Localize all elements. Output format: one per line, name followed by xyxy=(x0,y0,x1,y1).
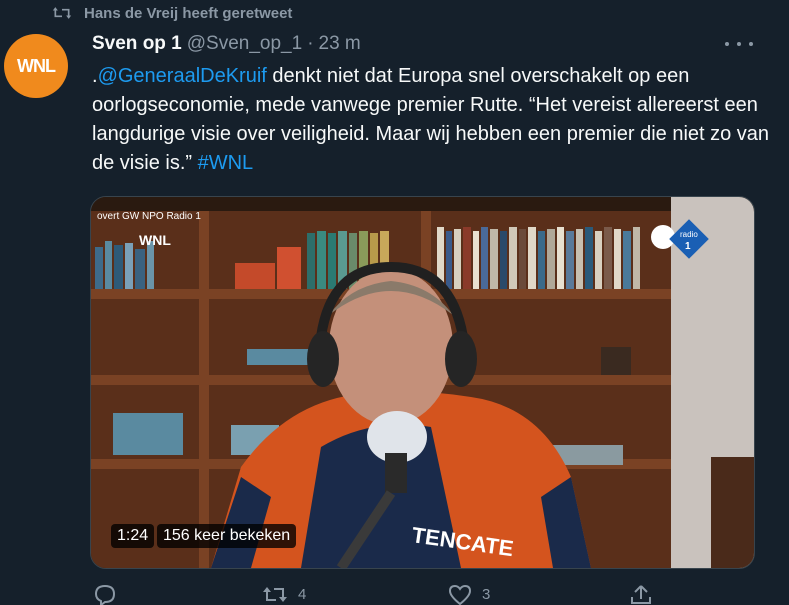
retweet-action-icon xyxy=(263,587,287,602)
video-duration: 1:24 xyxy=(111,524,155,548)
tweet-text: .@GeneraalDeKruif denkt niet dat Europa … xyxy=(92,62,772,178)
tweet-header: Sven op 1 @Sven_op_1 · 23 m xyxy=(92,30,779,58)
share-button[interactable] xyxy=(630,584,652,605)
avatar[interactable]: WNL xyxy=(4,34,68,98)
retweet-count: 4 xyxy=(298,586,307,603)
reply-icon xyxy=(94,584,116,605)
video-player[interactable]: TENCATE overt GW NPO Radio 1 WNL radio 1… xyxy=(90,196,755,569)
author-name[interactable]: Sven op 1 xyxy=(92,33,182,55)
reply-button[interactable] xyxy=(94,584,126,605)
radio-logo-text: radio xyxy=(680,230,698,239)
retweet-button[interactable]: 4 xyxy=(262,584,306,605)
like-count: 3 xyxy=(482,586,491,603)
author-handle[interactable]: @Sven_op_1 xyxy=(187,33,302,55)
retweet-context: Hans de Vreij heeft geretweet xyxy=(52,2,292,24)
mention-link[interactable]: @GeneraalDeKruif xyxy=(98,65,267,87)
avatar-text: WNL xyxy=(17,55,56,76)
separator: · xyxy=(307,33,314,54)
like-button[interactable]: 3 xyxy=(448,584,490,605)
share-icon xyxy=(631,585,651,604)
retweet-label[interactable]: Hans de Vreij heeft geretweet xyxy=(84,5,292,22)
wnl-logo: WNL xyxy=(139,232,171,248)
heart-icon xyxy=(448,584,472,605)
more-options-icon[interactable] xyxy=(725,34,753,54)
retweet-icon xyxy=(52,7,72,19)
tweet-time[interactable]: 23 m xyxy=(319,33,361,55)
video-views: 156 keer bekeken xyxy=(157,524,297,548)
hashtag-link[interactable]: #WNL xyxy=(198,152,254,174)
stream-title: overt GW NPO Radio 1 xyxy=(97,211,201,222)
video-frame: TENCATE overt GW NPO Radio 1 WNL radio 1 xyxy=(91,197,754,568)
radio-logo-number: 1 xyxy=(685,241,691,252)
tweet-actions: 4 3 xyxy=(90,584,690,605)
